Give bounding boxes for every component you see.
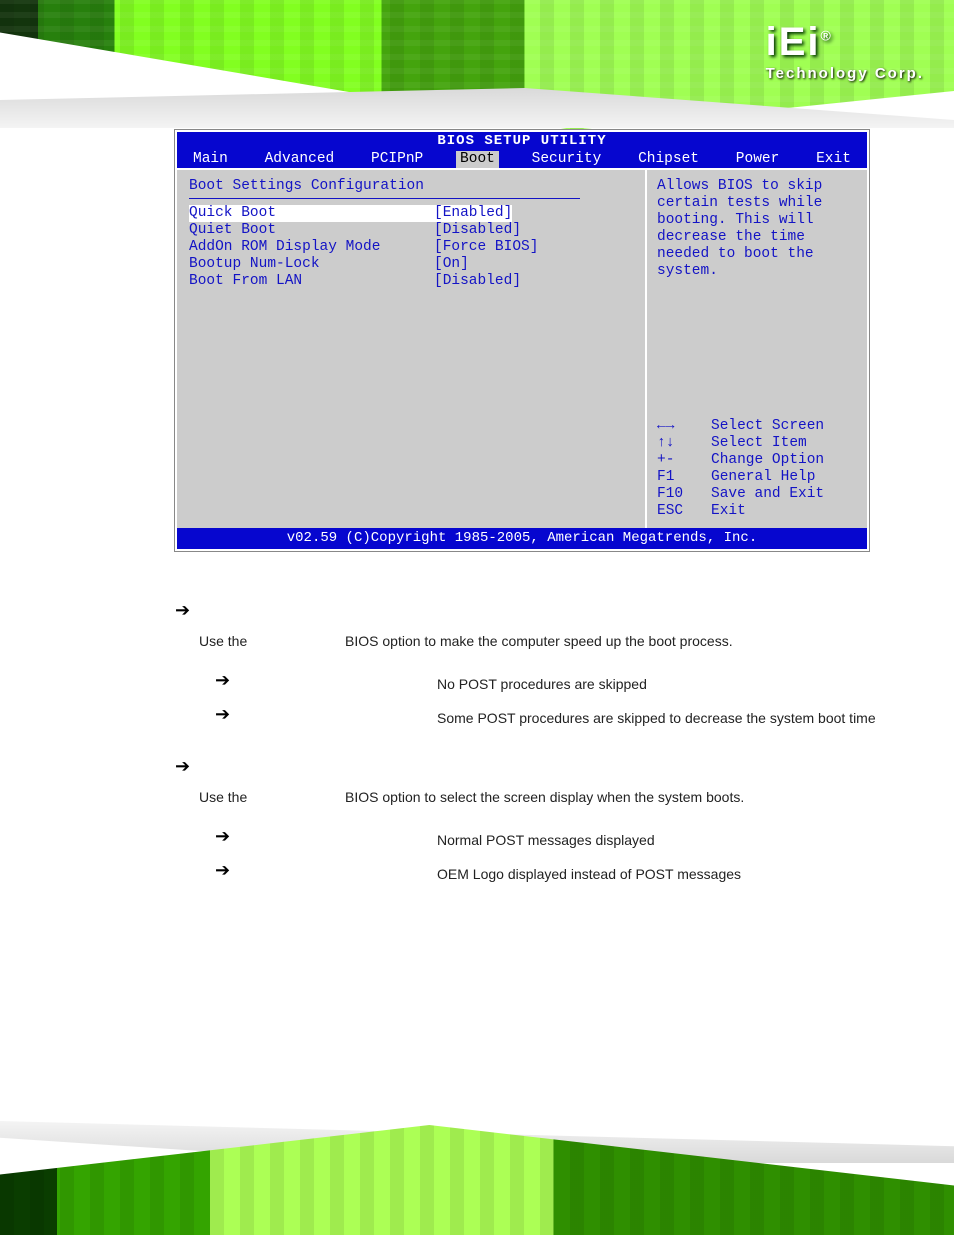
para-post: BIOS option to select the screen display… [341,789,744,805]
bios-menu: Main Advanced PCIPnP Boot Security Chips… [177,151,867,168]
option-row: ➔ Some POST procedures are skipped to de… [215,705,885,731]
bios-menu-item: Advanced [261,151,339,168]
logo-tagline: Technology Corp. [766,65,924,82]
bios-help-text: Allows BIOS to skip certain tests while … [657,178,857,280]
bios-menu-item: Exit [812,151,855,168]
option-row: ➔ No POST procedures are skipped [215,671,885,697]
bios-menu-item: Chipset [634,151,703,168]
bios-key-desc: General Help [711,469,815,486]
arrow-right-icon: ➔ [175,757,197,775]
logo-reg: ® [821,28,833,44]
bios-menu-item: PCIPnP [367,151,427,168]
bios-footer: v02.59 (C)Copyright 1985-2005, American … [177,528,867,549]
bios-menu-item: Main [189,151,232,168]
bios-row-selected: Quick Boot [Enabled] [189,205,633,222]
arrow-right-icon: ➔ [215,671,237,689]
bios-menu-item-selected: Boot [456,151,499,168]
bios-row-label: Bootup Num-Lock [189,256,434,273]
option-desc: OEM Logo displayed instead of POST messa… [437,861,885,887]
bios-menu-item: Power [732,151,784,168]
para-pre: Use the [199,789,251,805]
arrow-right-icon: ➔ [215,861,237,879]
bios-row: Boot From LAN [Disabled] [189,273,633,290]
bios-key-desc: Select Item [711,435,807,452]
bios-key: F10 [657,486,711,503]
arrow-right-icon: ➔ [215,705,237,723]
bios-row: Quiet Boot [Disabled] [189,222,633,239]
arrow-right-icon: ➔ [175,601,197,619]
section-heading: ➔ [175,757,885,775]
section-paragraph: Use the BIOS option to make the computer… [199,629,885,653]
bios-left-panel: Boot Settings Configuration Quick Boot [… [177,170,647,528]
bios-right-panel: Allows BIOS to skip certain tests while … [647,170,867,528]
section-paragraph: Use the BIOS option to select the screen… [199,785,885,809]
bios-key: +- [657,452,711,469]
option-row: ➔ Normal POST messages displayed [215,827,885,853]
bios-row-value: [Force BIOS] [434,239,538,256]
document-body: ➔ Use the BIOS option to make the comput… [175,601,885,887]
option-desc: Some POST procedures are skipped to decr… [437,705,885,731]
bios-row: AddOn ROM Display Mode [Force BIOS] [189,239,633,256]
bios-row-value: [Disabled] [434,222,521,239]
logo-text: iEi [766,20,821,64]
bios-key: ESC [657,503,711,520]
brand-logo: iEi® Technology Corp. [766,20,924,82]
bios-menu-item: Security [528,151,606,168]
bios-row-label: AddOn ROM Display Mode [189,239,434,256]
para-pre: Use the [199,633,251,649]
bios-key-legend: ←→Select Screen ↑↓Select Item +-Change O… [657,418,857,520]
bios-row-label: Boot From LAN [189,273,434,290]
bios-row-label: Quick Boot [189,205,434,222]
bios-figure: BIOS SETUP UTILITY Main Advanced PCIPnP … [175,130,869,551]
bios-row-value: [On] [434,256,469,273]
section-heading: ➔ [175,601,885,619]
option-desc: Normal POST messages displayed [437,827,885,853]
bios-key: F1 [657,469,711,486]
bios-row-value: [Disabled] [434,273,521,290]
option-desc: No POST procedures are skipped [437,671,885,697]
bios-key: ↑↓ [657,435,711,452]
bios-row-value: [Enabled] [434,205,512,222]
option-row: ➔ OEM Logo displayed instead of POST mes… [215,861,885,887]
bios-row: Bootup Num-Lock [On] [189,256,633,273]
bios-divider [189,198,580,199]
bios-panel-title: Boot Settings Configuration [189,178,633,195]
bios-row-label: Quiet Boot [189,222,434,239]
bios-key: ←→ [657,418,711,435]
bios-key-desc: Exit [711,503,746,520]
bios-title: BIOS SETUP UTILITY [177,132,867,151]
para-post: BIOS option to make the computer speed u… [341,633,732,649]
bios-key-desc: Select Screen [711,418,824,435]
arrow-right-icon: ➔ [215,827,237,845]
bios-key-desc: Change Option [711,452,824,469]
bios-key-desc: Save and Exit [711,486,824,503]
